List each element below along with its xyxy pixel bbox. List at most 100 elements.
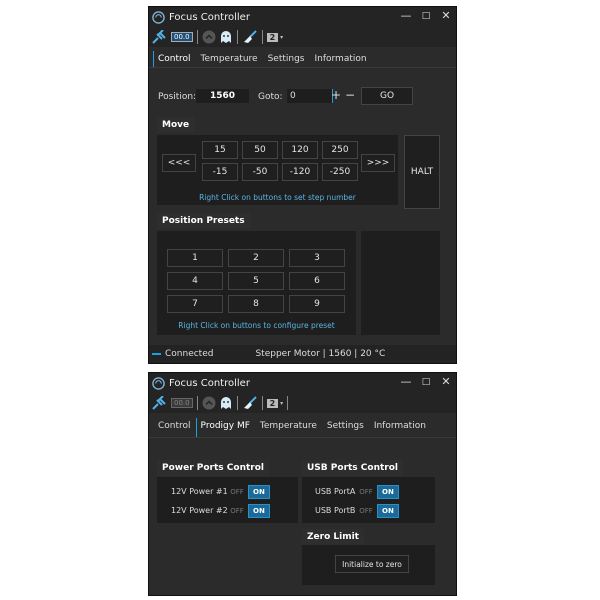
toggle-off-label: OFF [359, 488, 373, 496]
go-button[interactable]: GO [361, 87, 413, 105]
tab-information[interactable]: Information [369, 418, 431, 437]
connect-plug-icon[interactable] [152, 30, 168, 44]
presets-panel: Position Presets 1 2 3 4 5 6 7 8 9 Right… [154, 213, 449, 337]
display-text: 00.0 [171, 32, 193, 42]
display-text: 00.0 [171, 398, 193, 408]
connect-plug-icon[interactable] [152, 396, 168, 410]
temperature-display: 00.0 [171, 30, 193, 44]
toggle-on-label: ON [377, 485, 399, 499]
chevron-up-icon[interactable] [202, 30, 216, 44]
close-button[interactable]: ✕ [438, 9, 454, 22]
step-minus-120-button[interactable]: -120 [282, 163, 318, 181]
tab-control[interactable]: Control [153, 418, 196, 437]
counter-dropdown[interactable]: 2 ▾ [266, 30, 284, 44]
tab-control[interactable]: Control [153, 51, 196, 67]
toolbar-separator [196, 30, 198, 44]
move-title: Move [157, 117, 195, 133]
toolbar-separator [287, 396, 289, 410]
maximize-button[interactable]: □ [418, 11, 434, 21]
move-panel: Move <<< 15 50 120 250 -15 -50 -120 -250… [154, 117, 449, 209]
move-right-button[interactable]: >>> [361, 154, 395, 172]
counter-dropdown[interactable]: 2 ▾ [266, 396, 284, 410]
counter-value: 2 [266, 398, 279, 408]
increment-button[interactable]: + [331, 88, 341, 102]
decrement-button[interactable]: − [345, 88, 355, 102]
tab-settings[interactable]: Settings [263, 51, 310, 67]
minimize-button[interactable]: — [398, 9, 414, 22]
toolbar-separator [236, 30, 238, 44]
move-left-button[interactable]: <<< [162, 154, 196, 172]
usb-port-a-toggle[interactable]: OFF ON [355, 485, 399, 499]
tab-settings[interactable]: Settings [322, 418, 369, 437]
broom-icon[interactable] [242, 30, 258, 44]
presets-side-box [361, 231, 440, 335]
step-minus-50-button[interactable]: -50 [242, 163, 278, 181]
ghost-icon[interactable] [219, 396, 233, 410]
toolbar-separator [196, 396, 198, 410]
preset-9-button[interactable]: 9 [289, 295, 345, 313]
step-minus-15-button[interactable]: -15 [202, 163, 238, 181]
preset-8-button[interactable]: 8 [228, 295, 284, 313]
chevron-down-icon: ▾ [280, 399, 284, 407]
toolbar-separator [261, 396, 263, 410]
tab-temperature[interactable]: Temperature [255, 418, 322, 437]
ghost-icon[interactable] [219, 30, 233, 44]
preset-7-button[interactable]: 7 [167, 295, 223, 313]
power-port-2-label: 12V Power #2 [171, 506, 228, 515]
preset-2-button[interactable]: 2 [228, 249, 284, 267]
position-label: Position: [158, 92, 197, 102]
preset-4-button[interactable]: 4 [167, 272, 223, 290]
chevron-up-icon[interactable] [202, 396, 216, 410]
tab-temperature[interactable]: Temperature [196, 51, 263, 67]
move-hint: Right Click on buttons to set step numbe… [199, 193, 356, 202]
preset-3-button[interactable]: 3 [289, 249, 345, 267]
status-bar: Connected Stepper Motor | 1560 | 20 °C [149, 345, 456, 363]
tab-prodigy-mf[interactable]: Prodigy MF [195, 418, 255, 437]
goto-input[interactable]: 0 [287, 89, 333, 103]
presets-title: Position Presets [157, 213, 250, 229]
toggle-off-label: OFF [230, 488, 244, 496]
toggle-on-label: ON [248, 485, 270, 499]
usb-port-b-label: USB PortB [315, 506, 356, 515]
chevron-down-icon: ▾ [280, 33, 284, 41]
counter-value: 2 [266, 32, 279, 42]
focus-controller-window-prodigy: Focus Controller — □ ✕ 00.0 2 ▾ Control … [148, 372, 457, 596]
initialize-zero-button[interactable]: Initialize to zero [335, 555, 409, 573]
position-panel: Position: 1560 Goto: 0 + − GO [154, 86, 449, 110]
window-title: Focus Controller [169, 377, 250, 389]
step-minus-250-button[interactable]: -250 [322, 163, 358, 181]
maximize-button[interactable]: □ [418, 377, 434, 387]
temperature-display: 00.0 [171, 396, 193, 410]
step-plus-120-button[interactable]: 120 [282, 141, 318, 159]
preset-1-button[interactable]: 1 [167, 249, 223, 267]
preset-6-button[interactable]: 6 [289, 272, 345, 290]
connection-indicator [152, 353, 161, 355]
step-plus-250-button[interactable]: 250 [322, 141, 358, 159]
titlebar: Focus Controller — □ ✕ [149, 373, 456, 393]
toggle-on-label: ON [248, 504, 270, 518]
minimize-button[interactable]: — [398, 375, 414, 388]
device-status-info: Stepper Motor | 1560 | 20 °C [255, 349, 386, 359]
app-logo-icon [152, 376, 165, 390]
tab-bar: Control Temperature Settings Information [149, 47, 456, 68]
power-port-2-toggle[interactable]: OFF ON [226, 504, 270, 518]
toggle-off-label: OFF [230, 507, 244, 515]
power-port-1-toggle[interactable]: OFF ON [226, 485, 270, 499]
preset-5-button[interactable]: 5 [228, 272, 284, 290]
toolbar: 00.0 2 ▾ [149, 27, 456, 47]
power-ports-title: Power Ports Control [157, 460, 269, 476]
window-title: Focus Controller [169, 11, 250, 23]
step-plus-50-button[interactable]: 50 [242, 141, 278, 159]
position-value: 1560 [196, 89, 249, 103]
tab-information[interactable]: Information [309, 51, 371, 67]
usb-port-b-toggle[interactable]: OFF ON [355, 504, 399, 518]
power-port-1-label: 12V Power #1 [171, 487, 228, 496]
toolbar-separator [236, 396, 238, 410]
close-button[interactable]: ✕ [438, 375, 454, 388]
presets-hint: Right Click on buttons to configure pres… [178, 321, 335, 330]
halt-button[interactable]: HALT [404, 135, 440, 209]
broom-icon[interactable] [242, 396, 258, 410]
goto-label: Goto: [258, 92, 283, 102]
step-plus-15-button[interactable]: 15 [202, 141, 238, 159]
titlebar: Focus Controller — □ ✕ [149, 7, 456, 27]
